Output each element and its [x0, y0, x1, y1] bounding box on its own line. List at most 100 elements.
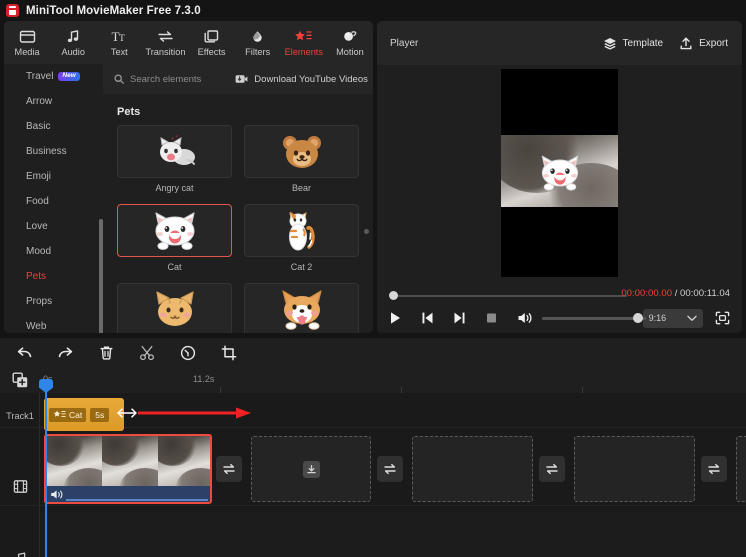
elements-scrollbar[interactable] — [364, 229, 369, 234]
category-item-web[interactable]: Web — [4, 314, 103, 333]
trash-icon — [100, 346, 112, 360]
category-item-travel[interactable]: Travel New — [4, 64, 103, 89]
element-label: Cat — [167, 262, 182, 272]
category-item-business[interactable]: Business — [4, 139, 103, 164]
video-track-lane[interactable] — [40, 434, 746, 511]
transition-button[interactable] — [539, 456, 565, 482]
seek-row: 00:00:00.00 / 00:00:11.04 — [389, 288, 730, 303]
tab-media[interactable]: Media — [4, 21, 50, 64]
element-card-ginger-cat[interactable] — [117, 283, 232, 333]
download-youtube-button[interactable]: Download YouTube Videos — [235, 74, 368, 85]
search-input[interactable]: Search elements — [114, 74, 201, 85]
delete-button[interactable] — [96, 343, 116, 363]
film-strip-icon — [13, 480, 28, 493]
undo-button[interactable] — [14, 343, 34, 363]
volume-slider[interactable] — [542, 312, 646, 324]
aspect-ratio-select[interactable]: 9:16 — [642, 308, 703, 328]
ruler-end-label: 11.2s — [193, 374, 215, 384]
tab-transition[interactable]: Transition — [142, 21, 188, 64]
element-thumb[interactable] — [117, 125, 232, 178]
volume-handle[interactable] — [632, 313, 643, 323]
redo-button[interactable] — [55, 343, 75, 363]
element-label: Angry cat — [155, 183, 194, 193]
element-card-shiba-dog[interactable] — [244, 283, 359, 333]
shiba-dog-sticker — [281, 289, 322, 330]
music-note-icon — [67, 29, 78, 42]
add-track-button[interactable] — [12, 372, 29, 393]
element-thumb[interactable] — [117, 283, 232, 333]
next-frame-button[interactable] — [453, 311, 466, 325]
prev-frame-button[interactable] — [421, 311, 434, 325]
seek-handle[interactable] — [389, 291, 398, 300]
section-title: Pets — [117, 106, 141, 118]
crop-button[interactable] — [219, 343, 239, 363]
search-placeholder: Search elements — [130, 73, 202, 85]
media-placeholder-slot[interactable] — [736, 436, 746, 502]
export-button[interactable]: Export — [679, 37, 728, 50]
tab-effects[interactable]: Effects — [189, 21, 235, 64]
tab-motion[interactable]: Motion — [327, 21, 373, 64]
media-placeholder-slot[interactable] — [251, 436, 371, 502]
video-clip[interactable] — [44, 434, 212, 504]
bear-sticker — [282, 135, 321, 168]
element-track-lane[interactable]: Cat 5s — [40, 393, 746, 433]
elements-browser: Search elements Download YouTube Videos … — [103, 64, 373, 333]
element-card-cat[interactable]: Cat — [117, 204, 232, 272]
transition-button[interactable] — [701, 456, 727, 482]
template-button[interactable]: Template — [603, 37, 663, 50]
playhead[interactable] — [39, 379, 53, 557]
stop-button[interactable] — [485, 311, 498, 325]
audio-waveform — [66, 499, 208, 501]
seek-track[interactable] — [393, 294, 627, 297]
category-item-emoji[interactable]: Emoji — [4, 164, 103, 189]
split-button[interactable] — [137, 343, 157, 363]
category-item-food[interactable]: Food — [4, 189, 103, 214]
audio-track-icon[interactable] — [13, 551, 28, 557]
player-controls: 00:00:00.00 / 00:00:11.04 9:16 — [377, 281, 742, 333]
tab-elements[interactable]: Elements — [281, 21, 327, 64]
music-note-icon — [17, 552, 26, 557]
clip-audio-strip[interactable] — [46, 486, 210, 502]
element-card-angry-cat[interactable]: Angry cat — [117, 125, 232, 193]
category-item-props[interactable]: Props — [4, 289, 103, 314]
transition-button[interactable] — [216, 456, 242, 482]
elements-star-icon — [295, 30, 312, 40]
tab-text[interactable]: T T Text — [96, 21, 142, 64]
tab-audio[interactable]: Audio — [50, 21, 96, 64]
video-track-icon[interactable] — [13, 479, 28, 499]
category-item-arrow[interactable]: Arrow — [4, 89, 103, 114]
category-item-basic[interactable]: Basic — [4, 114, 103, 139]
element-thumb[interactable] — [117, 204, 232, 257]
category-label: Love — [26, 221, 48, 232]
audio-track-lane[interactable] — [40, 512, 746, 557]
element-clip-badge: Cat — [49, 407, 87, 422]
preview-canvas[interactable] — [501, 69, 618, 277]
category-item-love[interactable]: Love — [4, 214, 103, 239]
timeline-ruler[interactable]: 0s 11.2s — [0, 367, 746, 393]
elements-grid-scroll[interactable]: Pets Angry cat Bear Cat Cat 2 — [103, 94, 373, 333]
media-placeholder-slot[interactable] — [412, 436, 533, 502]
speed-button[interactable] — [178, 343, 198, 363]
cat-sticker-overlay[interactable] — [534, 153, 586, 193]
element-clip-cat[interactable]: Cat 5s — [44, 398, 124, 431]
element-thumb[interactable] — [244, 204, 359, 257]
element-thumb[interactable] — [244, 125, 359, 178]
tab-elements-label: Elements — [284, 46, 323, 57]
timecode: 00:00:00.00 / 00:00:11.04 — [621, 288, 730, 299]
chevron-down-icon — [687, 315, 697, 321]
fullscreen-button[interactable] — [715, 311, 730, 325]
media-placeholder-slot[interactable] — [574, 436, 695, 502]
video-thumbnail — [102, 436, 158, 490]
element-card-cat-2[interactable]: Cat 2 — [244, 204, 359, 272]
category-item-pets[interactable]: Pets — [4, 264, 103, 289]
player-panel: Player Template Export 00:00:00.00 / 00:… — [377, 21, 742, 333]
play-button[interactable] — [389, 311, 402, 325]
clip-trim-handle[interactable] — [116, 407, 138, 419]
element-thumb[interactable] — [244, 283, 359, 333]
element-card-bear[interactable]: Bear — [244, 125, 359, 193]
volume-button[interactable] — [517, 311, 533, 325]
tab-filters[interactable]: Filters — [235, 21, 281, 64]
current-time: 00:00:00.00 — [621, 288, 673, 299]
category-item-mood[interactable]: Mood — [4, 239, 103, 264]
transition-button[interactable] — [377, 456, 403, 482]
